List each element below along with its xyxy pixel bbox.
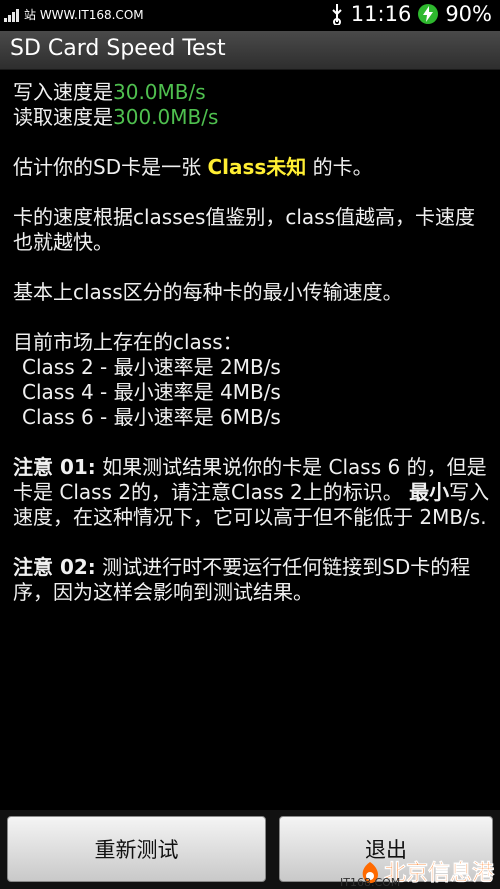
status-right: 11:16 90%	[329, 2, 492, 26]
page-title: SD Card Speed Test	[10, 36, 226, 61]
note-01-bold: 最小	[409, 480, 450, 504]
watermark-brand: 北京信息港	[383, 861, 495, 887]
explain-text: 卡的速度根据classes值鉴别，class值越高，卡速度也就越快。	[13, 205, 476, 254]
content: 写入速度是30.0MB/s 读取速度是300.0MB/s 估计你的SD卡是一张 …	[13, 80, 491, 630]
read-speed-label: 读取速度是	[13, 105, 113, 129]
class-item: Class 4 - 最小速率是 4MB/s	[22, 380, 281, 404]
signal-icon	[4, 8, 19, 22]
status-left-text: 站 WWW.IT168.COM	[24, 8, 144, 22]
market-heading: 目前市场上存在的class：	[13, 330, 243, 354]
note-01: 注意 01: 如果测试结果说你的卡是 Class 6 的，但是卡是 Class …	[13, 455, 491, 530]
class-section: 目前市场上存在的class： Class 2 - 最小速率是 2MB/s Cla…	[13, 330, 491, 430]
write-speed-line: 写入速度是30.0MB/s	[13, 80, 491, 105]
write-speed-label: 写入速度是	[13, 80, 113, 104]
battery-percent: 90%	[445, 2, 492, 26]
read-speed-line: 读取速度是300.0MB/s	[13, 105, 491, 130]
note-01-label: 注意 01:	[13, 455, 96, 479]
write-speed-value: 30.0MB/s	[113, 80, 206, 104]
note-02: 注意 02: 测试进行时不要运行任何链接到SD卡的程序，因为这样会影响到测试结果…	[13, 555, 491, 605]
note-02-label: 注意 02:	[13, 555, 96, 579]
estimate-prefix: 估计你的SD卡是一张	[13, 155, 208, 179]
status-left: 站 WWW.IT168.COM	[4, 6, 144, 23]
class-item: Class 2 - 最小速率是 2MB/s	[22, 355, 281, 379]
estimate-line: 估计你的SD卡是一张 Class未知 的卡。	[13, 155, 491, 180]
watermark-site: IT168.COM	[340, 876, 401, 889]
clock: 11:16	[350, 2, 412, 26]
status-bar: 站 WWW.IT168.COM 11:16 90%	[0, 0, 500, 31]
read-speed-value: 300.0MB/s	[113, 105, 219, 129]
estimate-suffix: 的卡。	[306, 155, 373, 179]
estimate-class: Class未知	[207, 155, 307, 179]
usb-icon	[332, 4, 342, 25]
retest-button[interactable]: 重新测试	[7, 816, 266, 882]
button-row: 重新测试 退出 北京信息港 IT168.COM	[0, 810, 500, 889]
class-item: Class 6 - 最小速率是 6MB/s	[22, 405, 281, 429]
battery-charging-icon	[418, 4, 439, 24]
title-bar: SD Card Speed Test	[0, 31, 500, 70]
basic-text: 基本上class区分的每种卡的最小传输速度。	[13, 280, 403, 304]
